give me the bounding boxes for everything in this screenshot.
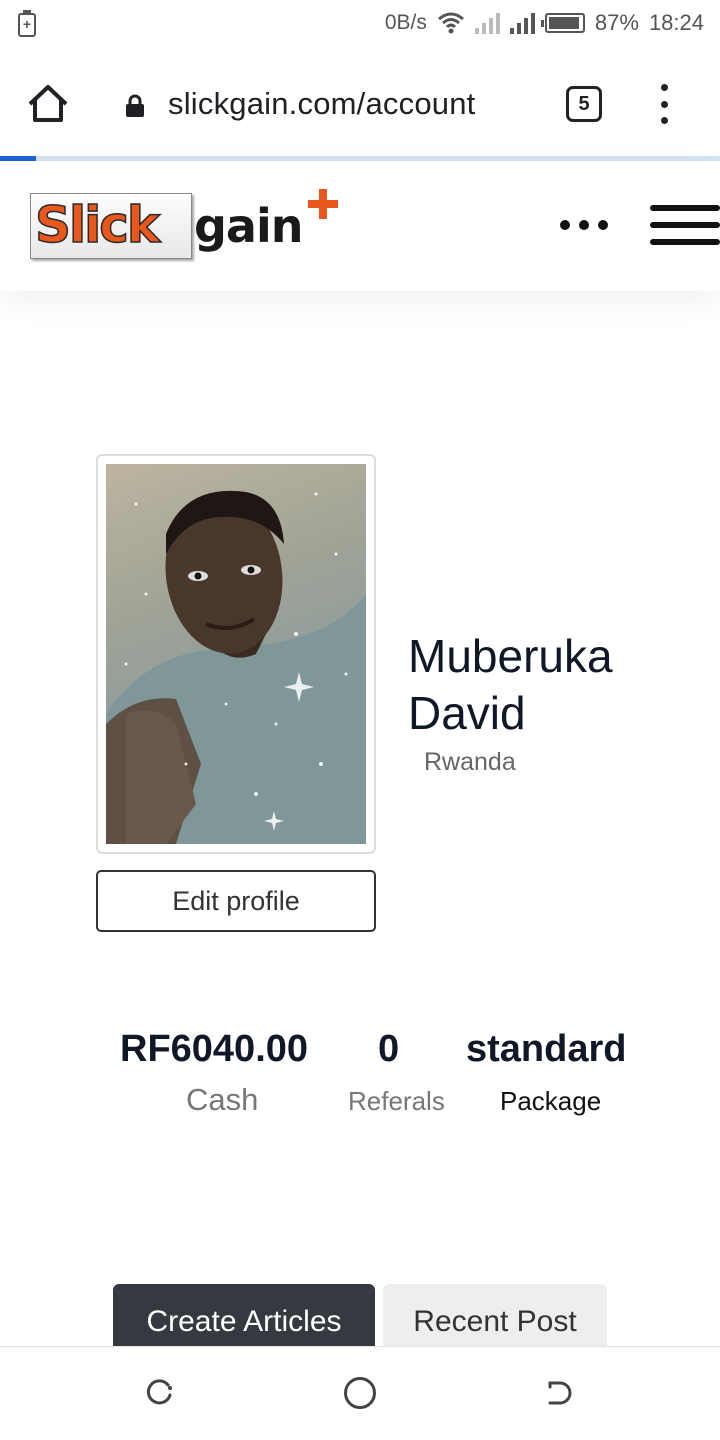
recent-apps-icon[interactable] — [146, 1379, 174, 1407]
battery-saver-icon: + — [18, 10, 36, 37]
battery-percent: 87% — [594, 10, 639, 35]
package-value: standard — [466, 1028, 627, 1070]
profile-photo — [106, 464, 366, 844]
lock-icon — [126, 94, 144, 117]
hamburger-icon[interactable] — [650, 205, 720, 245]
kebab-menu-icon[interactable] — [652, 84, 676, 124]
home-nav-icon[interactable] — [344, 1377, 376, 1409]
user-name: Muberuka David — [408, 630, 613, 739]
cash-label: Cash — [186, 1082, 259, 1117]
referals-value: 0 — [378, 1028, 400, 1070]
tab-switcher-button[interactable]: 5 — [566, 86, 602, 122]
tab-create-articles[interactable]: Create Articles — [113, 1284, 375, 1346]
home-icon[interactable] — [26, 82, 70, 124]
wifi-icon — [437, 12, 464, 34]
plus-icon — [308, 189, 338, 219]
network-speed: 0B/s — [384, 11, 427, 34]
more-dots-icon[interactable] — [560, 217, 608, 233]
url-field[interactable]: slickgain.com/account — [168, 86, 475, 122]
profile-photo-frame — [96, 454, 376, 854]
edit-profile-button[interactable]: Edit profile — [96, 870, 376, 932]
package-label: Package — [500, 1086, 602, 1116]
site-logo[interactable]: Slick gain — [30, 189, 350, 265]
signal-sim2-icon — [474, 12, 500, 34]
system-nav-bar — [0, 1346, 720, 1440]
site-header: Slick gain — [0, 161, 720, 291]
browser-toolbar: slickgain.com/account 5 — [0, 50, 720, 156]
status-bar: + 0B/s 87% 18:24 — [0, 0, 720, 50]
cash-value: RF6040.00 — [120, 1028, 309, 1070]
signal-sim1-icon — [509, 12, 535, 34]
back-icon[interactable] — [544, 1379, 574, 1407]
user-country: Rwanda — [424, 748, 516, 776]
battery-icon — [540, 13, 585, 33]
clock: 18:24 — [648, 10, 704, 35]
referals-label: Referals — [348, 1086, 445, 1116]
tab-recent-post[interactable]: Recent Post — [383, 1284, 607, 1346]
